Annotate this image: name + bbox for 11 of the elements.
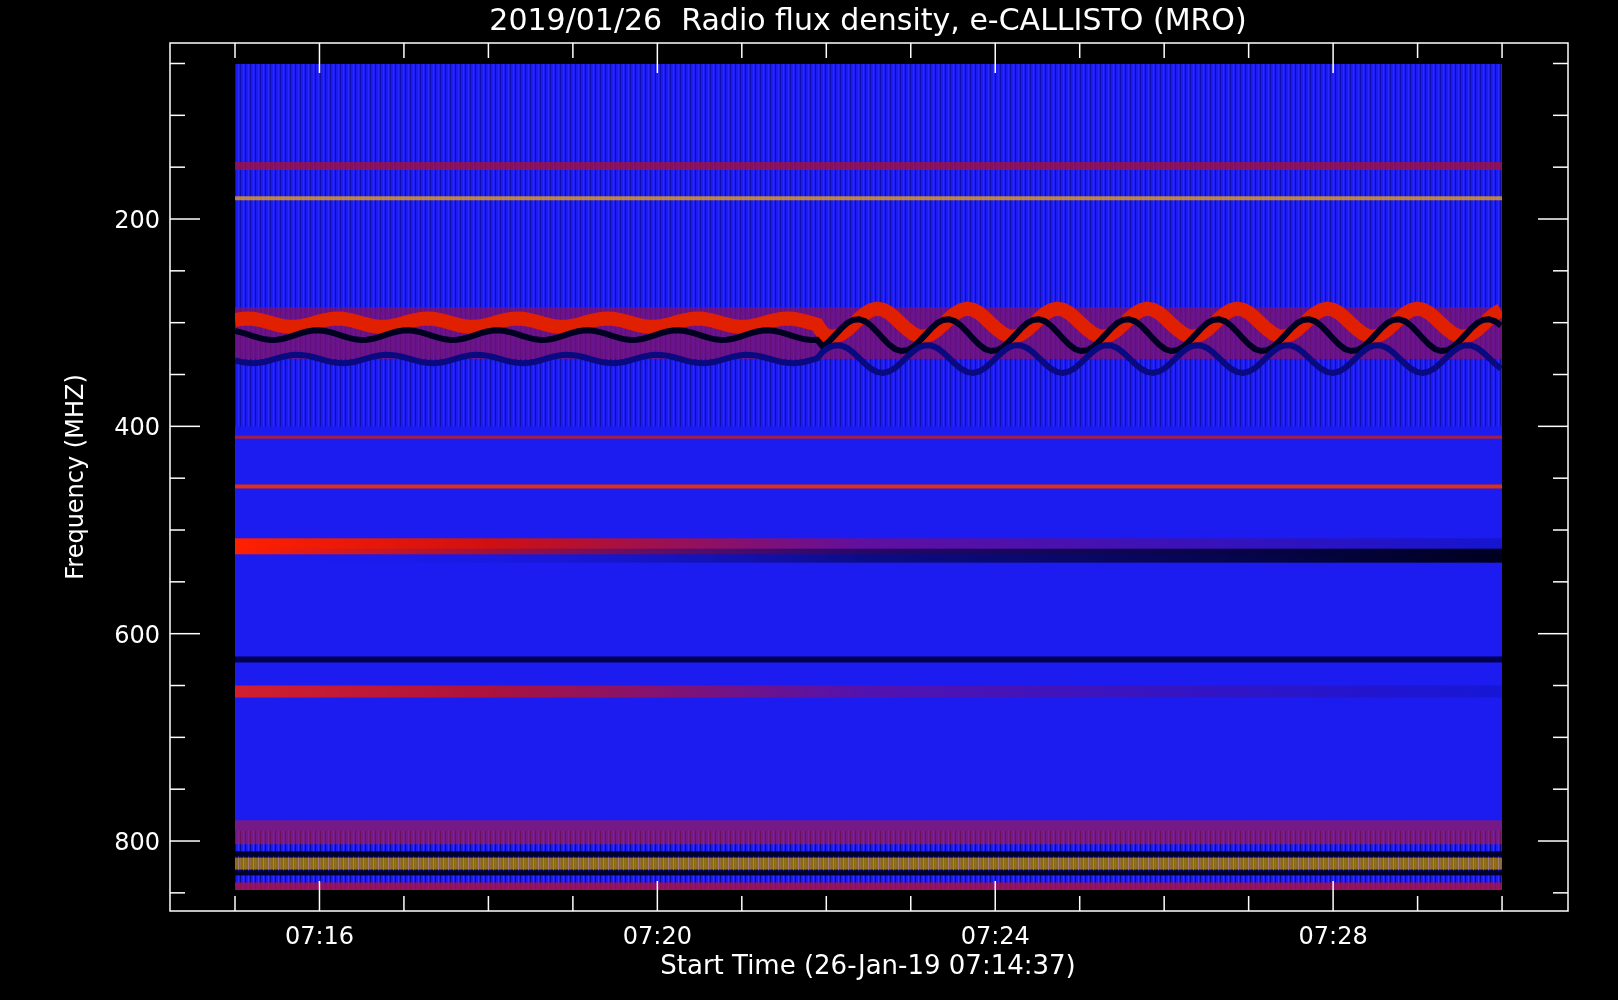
y-tick-label: 600 [114,620,160,649]
y-tick-label: 800 [114,828,160,856]
chart-title: 2019/01/26 Radio flux density, e-CALLISTO (MRO) [489,2,1247,37]
x-tick-label: 07:28 [1298,922,1368,950]
x-tick-label: 07:16 [284,922,355,950]
y-axis-label: Frequency (MHZ) [61,374,89,580]
y-tick-label: 400 [114,413,160,442]
y-tick-label: 200 [114,206,160,234]
x-axis-label: Start Time (26-Jan-19 07:14:37) [660,950,1076,980]
x-tick-label: 07:20 [622,922,692,950]
x-tick-label: 07:24 [960,922,1030,950]
